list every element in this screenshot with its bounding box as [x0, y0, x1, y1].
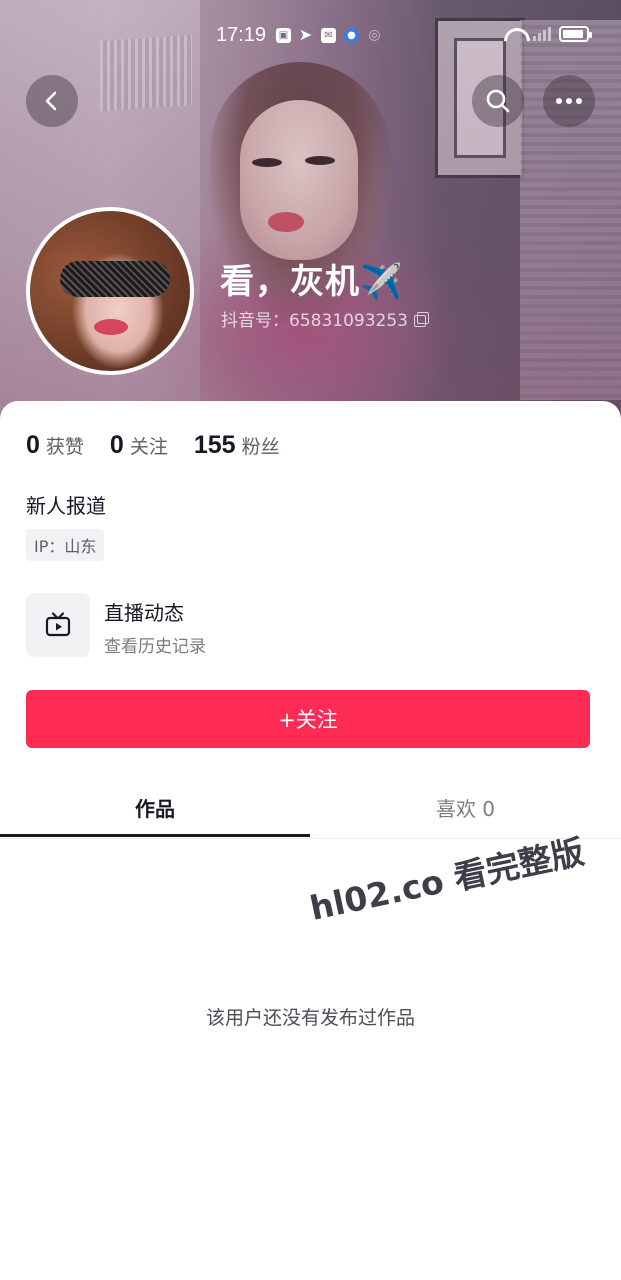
live-history-title[interactable]: 直播动态 [104, 597, 184, 626]
search-button[interactable] [472, 75, 524, 127]
back-button[interactable] [26, 75, 78, 127]
tab-active-indicator [0, 834, 310, 837]
more-button[interactable] [543, 75, 595, 127]
status-bar: 17:19 ▣ ➤ ✉ ● ◎ [0, 18, 621, 54]
app-notification-icon: ▣ [276, 28, 291, 43]
more-horizontal-icon [556, 98, 582, 104]
profile-bio: 新人报道 [26, 494, 106, 518]
search-icon [486, 89, 510, 113]
telegram-icon: ➤ [298, 25, 313, 44]
profile-tabs: 作品 喜欢 0 [0, 779, 621, 839]
wifi-icon [503, 26, 525, 42]
stat-followers[interactable]: 155 粉丝 [194, 431, 280, 460]
profile-card: 0 获赞 0 关注 155 粉丝 新人报道 IP：山东 直播动态 查看历史记录 … [0, 401, 621, 1280]
stat-following-label: 关注 [129, 436, 168, 458]
avatar[interactable] [26, 207, 194, 375]
mail-icon: ✉ [321, 28, 336, 43]
account-id-text: 抖音号：65831093253 [221, 311, 408, 331]
signal-icon [533, 27, 551, 41]
empty-state-message: 该用户还没有发布过作品 [205, 1007, 415, 1029]
tab-works[interactable]: 作品 [0, 793, 310, 822]
account-id[interactable]: 抖音号：65831093253 [221, 306, 429, 331]
chevron-left-icon [45, 91, 57, 111]
watermark-text: hl02.co 看完整版 [306, 831, 588, 928]
profile-name: 看，灰机✈️ [220, 262, 404, 302]
stat-followers-label: 粉丝 [241, 436, 280, 458]
stat-following[interactable]: 0 关注 [110, 431, 168, 460]
tv-icon [45, 612, 71, 637]
live-history-button[interactable] [26, 593, 90, 657]
stat-following-count: 0 [109, 431, 124, 459]
status-time: 17:19 [216, 24, 267, 46]
follow-button[interactable]: +关注 [26, 690, 590, 748]
browser-icon: ● [344, 28, 359, 43]
battery-icon [559, 26, 592, 42]
tab-likes[interactable]: 喜欢 0 [310, 793, 621, 822]
stat-followers-count: 155 [193, 431, 236, 459]
live-history-subtitle[interactable]: 查看历史记录 [104, 632, 206, 657]
hotspot-icon: ◎ [368, 27, 381, 43]
stat-likes-label: 获赞 [45, 436, 84, 458]
stat-likes[interactable]: 0 获赞 [26, 431, 84, 460]
copy-icon[interactable] [413, 311, 429, 327]
stat-likes-count: 0 [26, 431, 40, 459]
ip-location-tag: IP：山东 [26, 529, 105, 561]
profile-stats: 0 获赞 0 关注 155 粉丝 [26, 431, 306, 460]
